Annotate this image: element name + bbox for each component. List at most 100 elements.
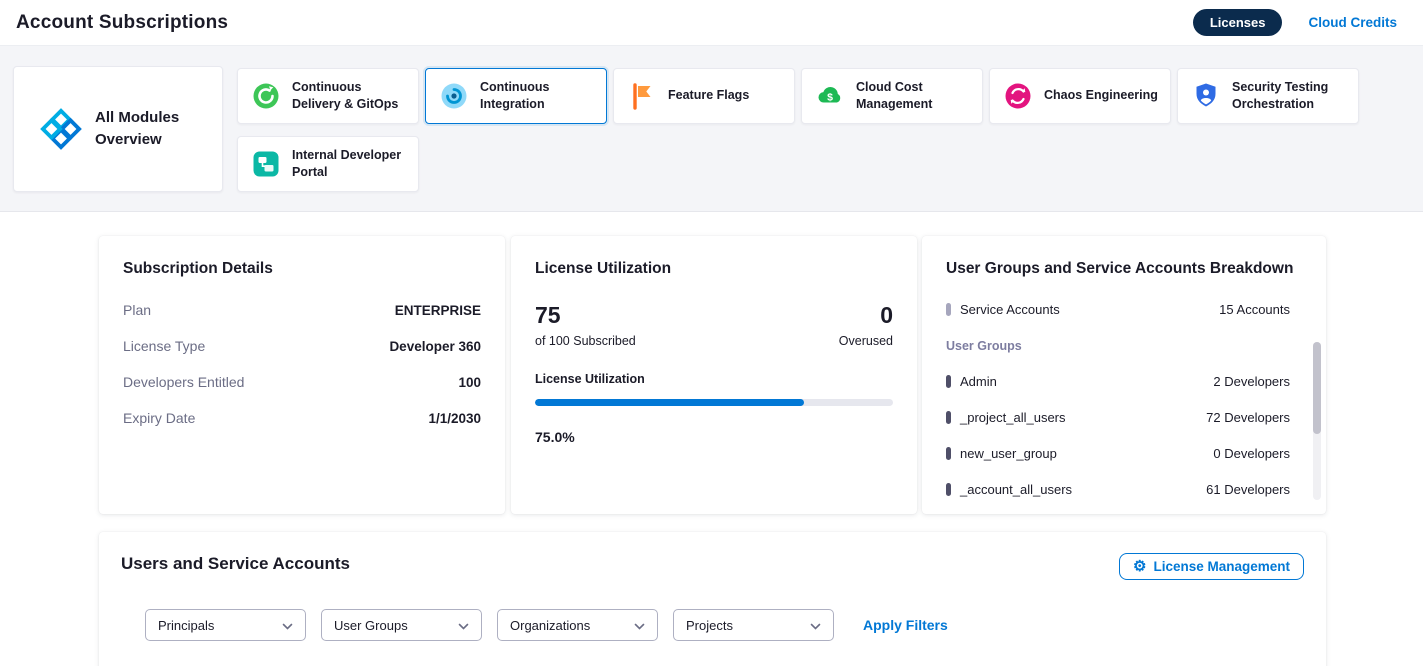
projects-filter-select[interactable]: Projects [673, 609, 834, 641]
user-group-row: _account_all_users 61 Developers [946, 482, 1302, 497]
group-value: 0 Developers [1213, 446, 1302, 461]
detail-label: Plan [123, 302, 151, 318]
users-and-service-accounts-card: Users and Service Accounts ⚙ License Man… [99, 532, 1326, 666]
breakdown-scrollbar[interactable] [1313, 342, 1321, 500]
harness-logo-icon [40, 108, 82, 150]
gear-icon: ⚙ [1133, 559, 1146, 574]
overused-caption: Overused [839, 334, 893, 348]
select-value: User Groups [334, 618, 408, 633]
group-label: new_user_group [960, 446, 1057, 461]
select-value: Principals [158, 618, 214, 633]
select-value: Organizations [510, 618, 590, 633]
tab-cloud-credits[interactable]: Cloud Credits [1308, 15, 1397, 30]
idp-module-icon [251, 149, 281, 179]
detail-label: Developers Entitled [123, 374, 244, 390]
group-label: Admin [960, 374, 997, 389]
service-accounts-label: Service Accounts [960, 302, 1060, 317]
license-utilization-title: License Utilization [535, 260, 893, 278]
header-tabs: Licenses Cloud Credits [1193, 9, 1397, 36]
security-testing-module-icon [1191, 81, 1221, 111]
cloud-cost-module-icon: $ [815, 81, 845, 111]
all-modules-overview-card[interactable]: All Modules Overview [13, 66, 223, 192]
detail-value: Developer 360 [389, 339, 481, 354]
service-accounts-value: 15 Accounts [1219, 302, 1302, 317]
subscription-details-title: Subscription Details [123, 260, 481, 278]
svg-text:$: $ [827, 92, 833, 104]
user-group-row: Admin 2 Developers [946, 374, 1302, 389]
detail-row-plan: Plan ENTERPRISE [123, 292, 481, 328]
user-groups-header: User Groups [946, 339, 1302, 353]
utilization-percent-label: 75.0% [535, 429, 893, 445]
module-card-continuous-delivery[interactable]: Continuous Delivery & GitOps [237, 68, 419, 124]
legend-tick-icon [946, 483, 951, 496]
page-title: Account Subscriptions [16, 12, 228, 34]
utilization-progress-fill [535, 399, 804, 406]
user-groups-filter-select[interactable]: User Groups [321, 609, 482, 641]
utilization-progress-bar [535, 399, 893, 406]
chaos-module-icon [1003, 81, 1033, 111]
group-value: 72 Developers [1206, 410, 1302, 425]
legend-tick-icon [946, 447, 951, 460]
detail-value: 1/1/2030 [428, 411, 481, 426]
scrollbar-thumb[interactable] [1313, 342, 1321, 434]
filters-row: Principals User Groups Organizations Pro… [145, 609, 1304, 641]
group-value: 61 Developers [1206, 482, 1302, 497]
module-card-chaos-engineering[interactable]: Chaos Engineering [989, 68, 1171, 124]
chevron-down-icon [810, 618, 821, 633]
apply-filters-button[interactable]: Apply Filters [863, 617, 948, 633]
module-label: Continuous Integration [480, 79, 598, 114]
group-label: _project_all_users [960, 410, 1066, 425]
chevron-down-icon [634, 618, 645, 633]
detail-label: Expiry Date [123, 410, 195, 426]
detail-label: License Type [123, 338, 205, 354]
module-label: Security Testing Orchestration [1232, 79, 1350, 114]
user-group-row: _project_all_users 72 Developers [946, 410, 1302, 425]
utilization-counts: 75 of 100 Subscribed 0 Overused [535, 302, 893, 348]
group-value: 2 Developers [1213, 374, 1302, 389]
module-card-internal-developer-portal[interactable]: Internal Developer Portal [237, 136, 419, 192]
account-subscriptions-page: Account Subscriptions Licenses Cloud Cre… [0, 0, 1423, 666]
page-header: Account Subscriptions Licenses Cloud Cre… [0, 0, 1423, 46]
principals-filter-select[interactable]: Principals [145, 609, 306, 641]
service-accounts-row: Service Accounts 15 Accounts [946, 302, 1302, 317]
module-label: Cloud Cost Management [856, 79, 974, 114]
detail-value: 100 [458, 375, 481, 390]
license-utilization-card: License Utilization 75 of 100 Subscribed… [511, 236, 917, 514]
license-management-button[interactable]: ⚙ License Management [1119, 553, 1304, 580]
license-management-label: License Management [1153, 559, 1290, 574]
module-label: Feature Flags [668, 87, 749, 104]
tab-licenses[interactable]: Licenses [1193, 9, 1283, 36]
legend-tick-icon [946, 375, 951, 388]
group-label: _account_all_users [960, 482, 1072, 497]
overused-count-block: 0 Overused [839, 302, 893, 348]
module-card-continuous-integration[interactable]: Continuous Integration [425, 68, 607, 124]
chevron-down-icon [458, 618, 469, 633]
utilization-bar-label: License Utilization [535, 372, 893, 386]
detail-value: ENTERPRISE [395, 303, 481, 318]
module-label: Chaos Engineering [1044, 87, 1158, 104]
subscribed-count-block: 75 of 100 Subscribed [535, 302, 636, 348]
overused-count: 0 [839, 302, 893, 329]
module-selector-band: All Modules Overview Continuous Delivery… [0, 46, 1423, 212]
legend-tick-icon [946, 411, 951, 424]
module-card-cloud-cost[interactable]: $ Cloud Cost Management [801, 68, 983, 124]
cd-module-icon [251, 81, 281, 111]
detail-row-license-type: License Type Developer 360 [123, 328, 481, 364]
module-card-feature-flags[interactable]: Feature Flags [613, 68, 795, 124]
detail-row-expiry-date: Expiry Date 1/1/2030 [123, 400, 481, 436]
subscription-details-card: Subscription Details Plan ENTERPRISE Lic… [99, 236, 505, 514]
breakdown-card: User Groups and Service Accounts Breakdo… [922, 236, 1326, 514]
detail-row-developers-entitled: Developers Entitled 100 [123, 364, 481, 400]
subscription-details-rows: Plan ENTERPRISE License Type Developer 3… [123, 292, 481, 436]
organizations-filter-select[interactable]: Organizations [497, 609, 658, 641]
subscribed-caption: of 100 Subscribed [535, 334, 636, 348]
feature-flags-module-icon [627, 81, 657, 111]
user-group-row: new_user_group 0 Developers [946, 446, 1302, 461]
ci-module-icon [439, 81, 469, 111]
chevron-down-icon [282, 618, 293, 633]
select-value: Projects [686, 618, 733, 633]
module-label: Continuous Delivery & GitOps [292, 79, 410, 114]
module-card-security-testing[interactable]: Security Testing Orchestration [1177, 68, 1359, 124]
breakdown-title: User Groups and Service Accounts Breakdo… [946, 260, 1302, 278]
module-label: Internal Developer Portal [292, 147, 410, 182]
